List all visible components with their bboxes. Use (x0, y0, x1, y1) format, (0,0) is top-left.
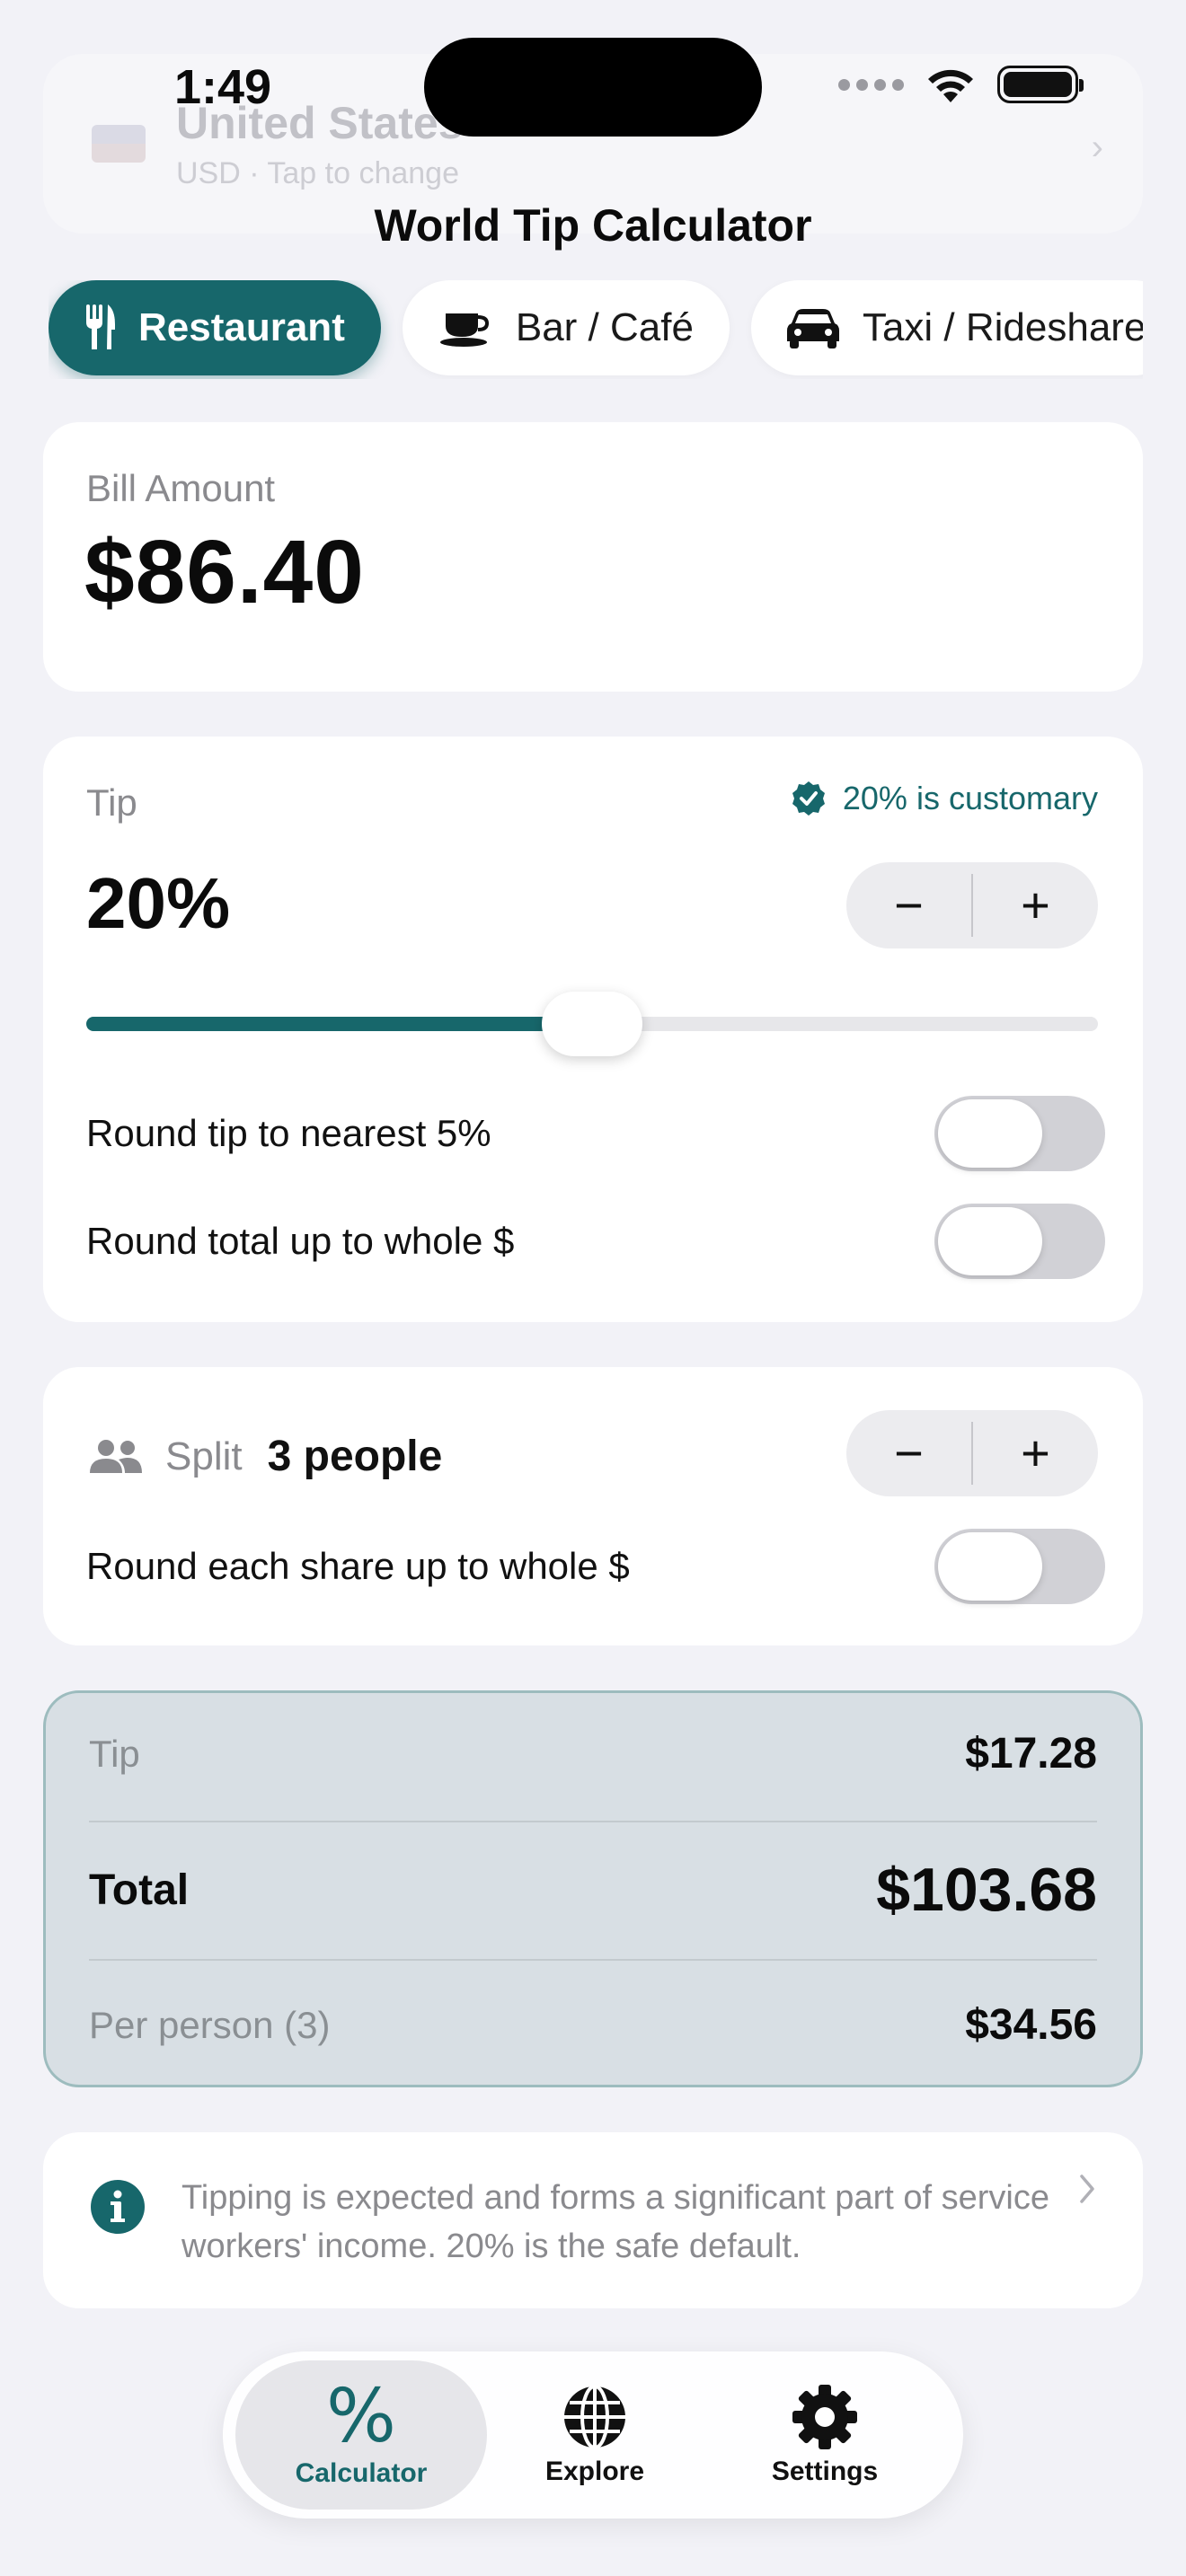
tab-calculator[interactable]: % Calculator (235, 2360, 487, 2510)
summary-tip-label: Tip (89, 1732, 140, 1775)
round-tip-label: Round tip to nearest 5% (86, 1112, 491, 1154)
bill-amount-card[interactable]: Bill Amount $86.40 (43, 422, 1143, 692)
round-total-label: Round total up to whole $ (86, 1220, 515, 1262)
wifi-icon (928, 69, 973, 102)
category-chips: Restaurant Bar / Café Taxi / Rideshare (49, 280, 1143, 379)
summary-total-value: $103.68 (876, 1856, 1097, 1924)
gear-icon (792, 2385, 857, 2449)
divider (89, 1959, 1097, 1961)
split-label: Split (165, 1434, 243, 1478)
status-icons (838, 65, 1084, 104)
round-share-toggle[interactable] (934, 1529, 1105, 1604)
summary-tip-value: $17.28 (965, 1730, 1097, 1778)
globe-icon (564, 2385, 625, 2449)
tipping-info-text: Tipping is expected and forms a signific… (181, 2179, 1049, 2265)
currency-subtitle: USD · Tap to change (176, 155, 459, 190)
page-title: World Tip Calculator (374, 200, 812, 251)
round-share-label: Round each share up to whole $ (86, 1545, 630, 1587)
tab-label: Calculator (295, 2458, 428, 2488)
tip-percent-value: 20% (86, 863, 231, 943)
tip-increase-button[interactable]: + (973, 862, 1098, 948)
tab-explore[interactable]: Explore (469, 2360, 721, 2510)
tipping-info-card[interactable]: Tipping is expected and forms a signific… (43, 2132, 1143, 2308)
chevron-right-icon: › (1091, 128, 1103, 167)
round-total-row: Round total up to whole $ (86, 1204, 1105, 1279)
summary-per-person-row: Per person (3) $34.56 (89, 2000, 1097, 2050)
category-bar-cafe-chip[interactable]: Bar / Café (402, 280, 730, 375)
category-taxi-chip[interactable]: Taxi / Rideshare (750, 280, 1143, 375)
customary-badge: 20% is customary (791, 780, 1098, 817)
split-decrease-button[interactable]: − (846, 1410, 971, 1496)
battery-icon (997, 66, 1084, 103)
fork-knife-icon (86, 304, 115, 349)
bill-amount-label: Bill Amount (86, 467, 276, 509)
status-time: 1:49 (174, 60, 272, 114)
tip-stepper: − + (846, 862, 1098, 948)
dynamic-island (424, 38, 762, 137)
tip-slider[interactable] (86, 992, 1098, 1056)
tip-card: Tip 20% is customary 20% − + Round tip t… (43, 737, 1143, 1322)
tab-settings[interactable]: Settings (699, 2360, 951, 2510)
chevron-right-icon (1080, 2175, 1094, 2203)
category-label: Bar / Café (515, 305, 694, 349)
tab-label: Settings (771, 2457, 879, 2486)
summary-per-person-value: $34.56 (965, 2001, 1097, 2049)
split-card: Split 3 people − + Round each share up t… (43, 1367, 1143, 1645)
cellular-signal-icon (838, 78, 904, 91)
category-label: Taxi / Rideshare (862, 305, 1143, 349)
tip-label: Tip (86, 781, 137, 824)
tab-label: Explore (544, 2457, 645, 2486)
percent-icon: % (326, 2374, 396, 2459)
info-icon (91, 2180, 145, 2234)
summary-per-person-label: Per person (3) (89, 2003, 331, 2046)
tip-decrease-button[interactable]: − (846, 862, 971, 948)
flag-icon (92, 125, 146, 163)
people-icon (90, 1439, 142, 1473)
category-label: Restaurant (138, 305, 345, 349)
round-tip-toggle[interactable] (934, 1096, 1105, 1171)
car-icon (786, 309, 839, 348)
split-header: Split 3 people (88, 1432, 442, 1481)
tip-slider-thumb[interactable] (542, 992, 642, 1056)
summary-card: Tip $17.28 Total $103.68 Per person (3) … (43, 1690, 1143, 2087)
customary-text: 20% is customary (842, 780, 1098, 816)
split-stepper: − + (846, 1410, 1098, 1496)
tab-bar: % Calculator Explore Settings (223, 2351, 963, 2519)
coffee-cup-icon (439, 313, 489, 347)
split-count: 3 people (267, 1433, 443, 1480)
round-share-row: Round each share up to whole $ (86, 1529, 1105, 1604)
round-total-toggle[interactable] (934, 1204, 1105, 1279)
category-restaurant-chip[interactable]: Restaurant (49, 280, 381, 375)
round-tip-row: Round tip to nearest 5% (86, 1096, 1105, 1171)
bill-amount-input[interactable]: $86.40 (84, 521, 365, 624)
verified-badge-icon (792, 781, 825, 816)
split-increase-button[interactable]: + (973, 1410, 1098, 1496)
divider (89, 1821, 1097, 1822)
summary-tip-row: Tip $17.28 (89, 1729, 1097, 1778)
summary-total-row: Total $103.68 (89, 1855, 1097, 1925)
summary-total-label: Total (89, 1866, 190, 1914)
tip-slider-fill (86, 1017, 592, 1031)
